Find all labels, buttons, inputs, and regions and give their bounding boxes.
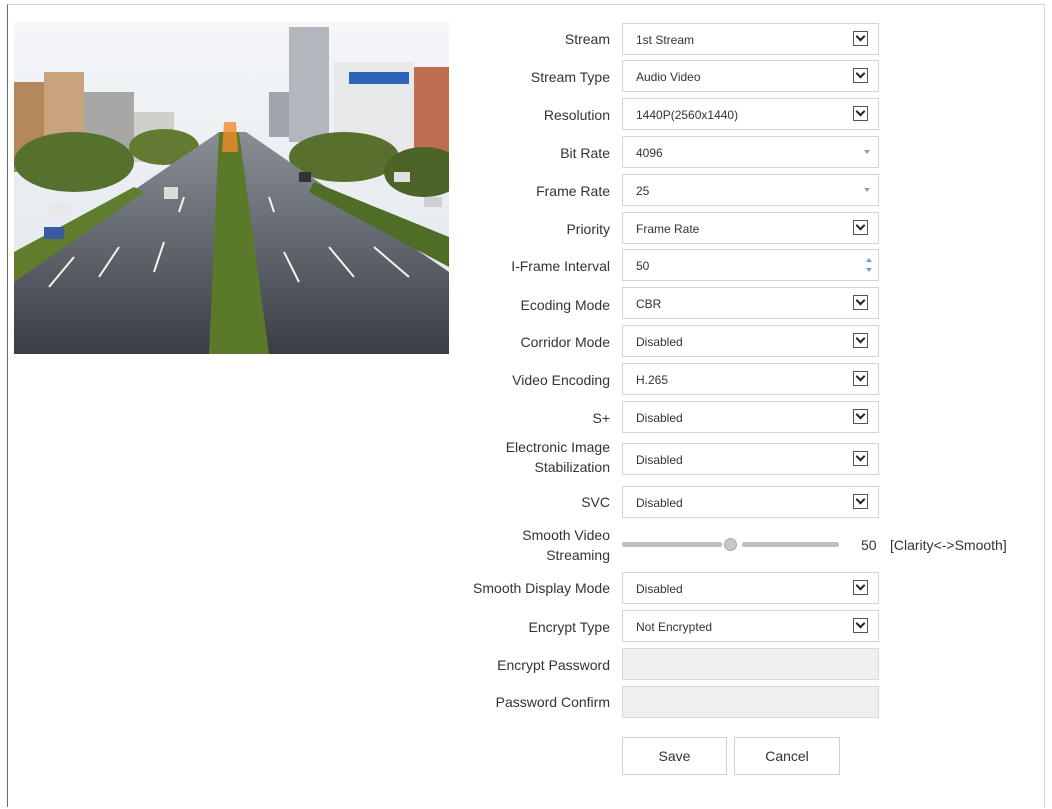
smooth-streaming-slider-track[interactable] bbox=[622, 542, 722, 547]
iframe-interval-label: I-Frame Interval bbox=[511, 258, 610, 274]
password-confirm-field[interactable] bbox=[622, 686, 879, 718]
chevron-down-icon[interactable] bbox=[853, 31, 868, 46]
cancel-button[interactable]: Cancel bbox=[734, 737, 840, 775]
password-confirm-label: Password Confirm bbox=[495, 694, 610, 710]
video-encoding-value: H.265 bbox=[636, 373, 669, 387]
smooth-display-mode-select[interactable]: Disabled bbox=[622, 572, 879, 604]
eis-value: Disabled bbox=[636, 453, 683, 467]
corridor-mode-label: Corridor Mode bbox=[520, 334, 610, 350]
chevron-down-icon[interactable] bbox=[853, 220, 868, 235]
bit-rate-label: Bit Rate bbox=[560, 145, 610, 161]
iframe-interval-spinner[interactable]: 50 bbox=[622, 249, 879, 281]
chevron-down-icon[interactable] bbox=[853, 494, 868, 509]
smooth-streaming-slider-track-right[interactable] bbox=[742, 542, 839, 547]
priority-select[interactable]: Frame Rate bbox=[622, 212, 879, 244]
frame-rate-combo[interactable]: 25 bbox=[622, 174, 879, 206]
svc-label: SVC bbox=[581, 494, 610, 510]
svc-select[interactable]: Disabled bbox=[622, 486, 879, 518]
s-plus-label: S+ bbox=[592, 410, 610, 426]
svc-value: Disabled bbox=[636, 496, 683, 510]
smooth-display-mode-value: Disabled bbox=[636, 582, 683, 596]
video-encoding-label: Video Encoding bbox=[512, 372, 610, 388]
resolution-label: Resolution bbox=[543, 107, 610, 123]
save-button[interactable]: Save bbox=[622, 737, 727, 775]
s-plus-select[interactable]: Disabled bbox=[622, 401, 879, 433]
stream-type-label: Stream Type bbox=[530, 69, 610, 85]
priority-select-value: Frame Rate bbox=[636, 222, 700, 236]
frame-rate-label: Frame Rate bbox=[536, 183, 610, 199]
smooth-display-mode-label: Smooth Display Mode bbox=[473, 580, 610, 596]
smooth-streaming-label: Smooth Video Streaming bbox=[522, 525, 610, 565]
resolution-select-value: 1440P(2560x1440) bbox=[636, 108, 739, 122]
ecoding-mode-label: Ecoding Mode bbox=[520, 297, 610, 313]
chevron-down-icon[interactable] bbox=[853, 371, 868, 386]
s-plus-value: Disabled bbox=[636, 411, 683, 425]
frame-rate-value: 25 bbox=[636, 184, 650, 198]
chevron-down-icon[interactable] bbox=[853, 618, 868, 633]
smooth-streaming-label-line1: Smooth Video bbox=[522, 527, 610, 543]
chevron-down-icon[interactable] bbox=[853, 580, 868, 595]
caret-down-icon[interactable] bbox=[864, 150, 870, 154]
corridor-mode-select[interactable]: Disabled bbox=[622, 325, 879, 357]
video-settings-form: Stream 1st Stream Stream Type Audio Vide… bbox=[0, 0, 1052, 809]
chevron-down-icon[interactable] bbox=[853, 295, 868, 310]
encrypt-password-label: Encrypt Password bbox=[497, 657, 610, 673]
eis-select[interactable]: Disabled bbox=[622, 443, 879, 475]
video-encoding-select[interactable]: H.265 bbox=[622, 363, 879, 395]
encrypt-type-label: Encrypt Type bbox=[528, 619, 610, 635]
stream-select-value: 1st Stream bbox=[636, 33, 695, 47]
stream-type-select-value: Audio Video bbox=[636, 70, 701, 84]
stream-select[interactable]: 1st Stream bbox=[622, 23, 879, 55]
encrypt-type-value: Not Encrypted bbox=[636, 620, 713, 634]
chevron-down-icon[interactable] bbox=[853, 451, 868, 466]
encrypt-password-field[interactable] bbox=[622, 648, 879, 680]
stream-type-select[interactable]: Audio Video bbox=[622, 60, 879, 92]
chevron-down-icon[interactable] bbox=[853, 333, 868, 348]
decrement-arrow-icon[interactable] bbox=[866, 268, 872, 272]
bit-rate-value: 4096 bbox=[636, 146, 663, 160]
chevron-down-icon[interactable] bbox=[853, 409, 868, 424]
encrypt-type-select[interactable]: Not Encrypted bbox=[622, 610, 879, 642]
priority-label: Priority bbox=[566, 221, 610, 237]
iframe-interval-value: 50 bbox=[636, 259, 650, 273]
chevron-down-icon[interactable] bbox=[853, 68, 868, 83]
caret-down-icon[interactable] bbox=[864, 188, 870, 192]
corridor-mode-value: Disabled bbox=[636, 335, 683, 349]
bit-rate-combo[interactable]: 4096 bbox=[622, 136, 879, 168]
resolution-select[interactable]: 1440P(2560x1440) bbox=[622, 98, 879, 130]
smooth-streaming-slider-thumb[interactable] bbox=[724, 538, 737, 551]
eis-label: Electronic Image Stabilization bbox=[506, 437, 610, 477]
ecoding-mode-value: CBR bbox=[636, 297, 662, 311]
chevron-down-icon[interactable] bbox=[853, 106, 868, 121]
smooth-streaming-value: 50 bbox=[861, 537, 877, 553]
eis-label-line1: Electronic Image bbox=[505, 439, 610, 455]
increment-arrow-icon[interactable] bbox=[866, 258, 872, 262]
stream-label: Stream bbox=[564, 31, 610, 47]
eis-label-line2: Stabilization bbox=[534, 459, 611, 475]
ecoding-mode-select[interactable]: CBR bbox=[622, 287, 879, 319]
smooth-streaming-hint: [Clarity<->Smooth] bbox=[890, 537, 1007, 553]
smooth-streaming-label-line2: Streaming bbox=[546, 547, 610, 563]
